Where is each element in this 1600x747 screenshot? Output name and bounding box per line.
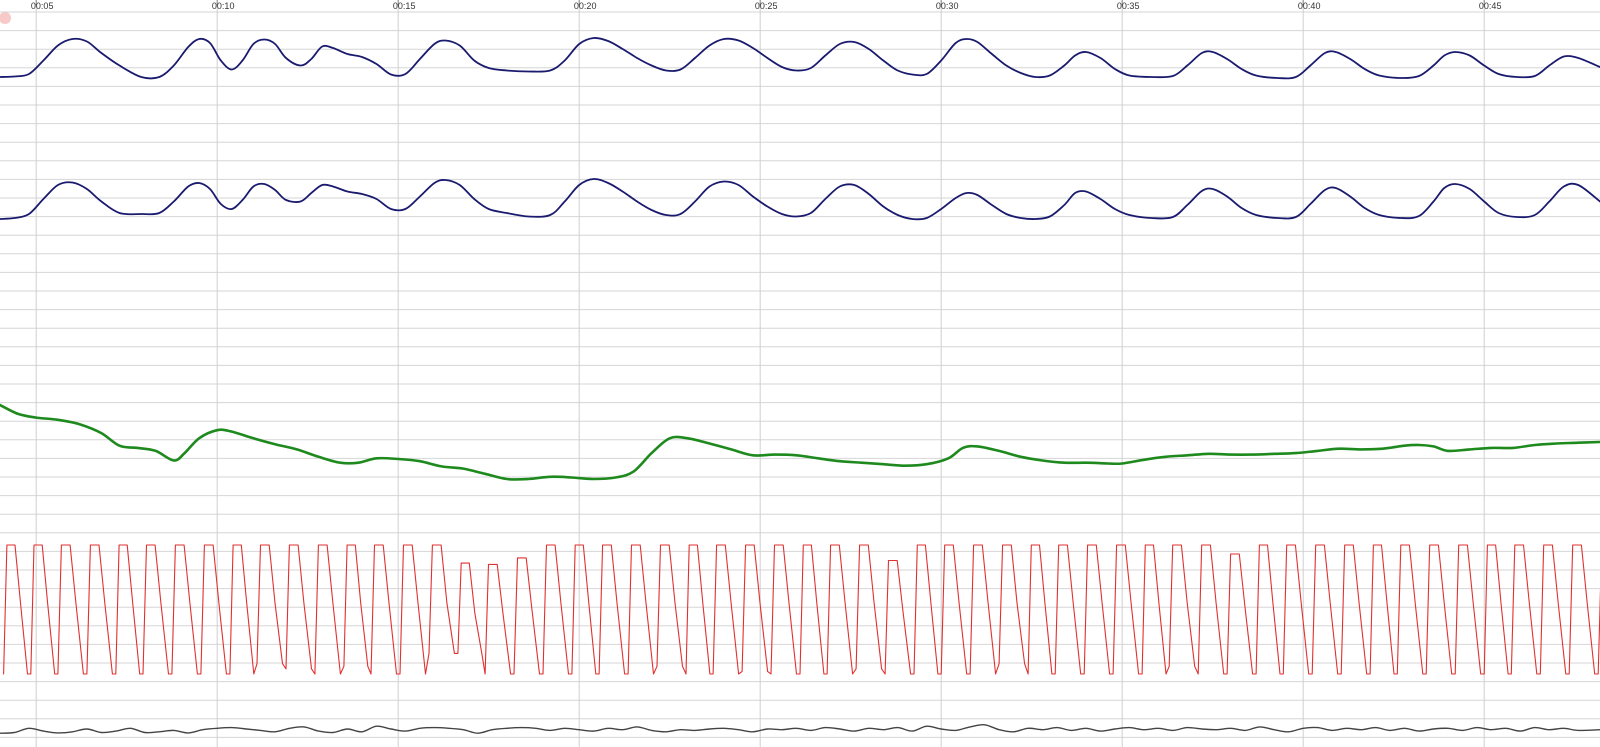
x-tick-label-5: 00:30	[936, 1, 959, 11]
x-tick-label-0: 00:05	[31, 1, 54, 11]
horizontal-gridlines	[0, 11, 1600, 738]
x-tick-label-3: 00:20	[574, 1, 597, 11]
x-tick-label-8: 00:45	[1479, 1, 1502, 11]
time-axis: 00:05 00:10 00:15 00:20 00:25 00:30 00:35 00:40…	[31, 0, 1502, 11]
waveform-chart: 00:05 00:10 00:15 00:20 00:25 00:30 00:35 00:40…	[0, 0, 1600, 747]
x-tick-label-7: 00:40	[1298, 1, 1321, 11]
x-tick-label-2: 00:15	[393, 1, 416, 11]
x-tick-label-1: 00:10	[212, 1, 235, 11]
series-line-3	[3, 544, 1600, 675]
series-line-4	[0, 724, 1600, 734]
series-line-0	[0, 37, 1600, 80]
x-tick-label-6: 00:35	[1117, 1, 1140, 11]
recording-indicator-icon	[0, 12, 11, 24]
series-line-2	[0, 403, 1600, 481]
series-line-1	[0, 178, 1600, 221]
vertical-gridlines	[35, 0, 1485, 747]
x-tick-label-4: 00:25	[755, 1, 778, 11]
